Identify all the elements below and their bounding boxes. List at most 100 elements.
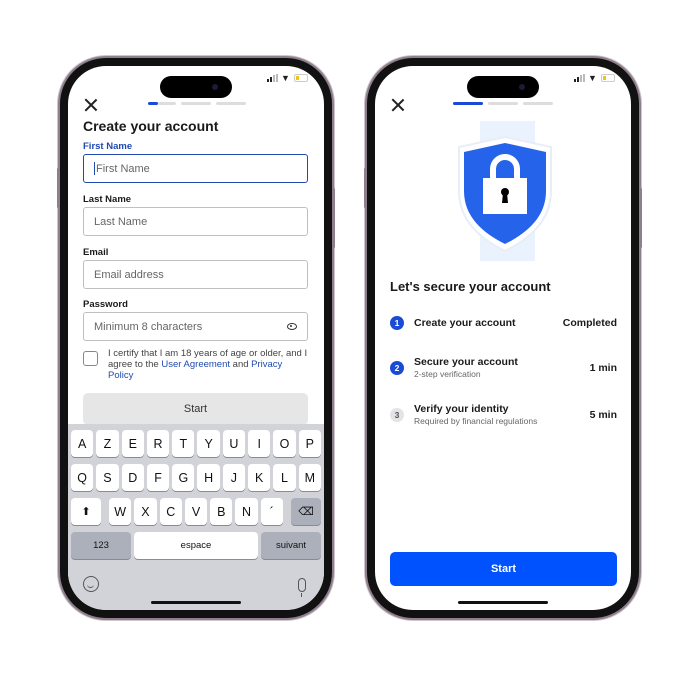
- screen: ▼ Let's secure your account 1 Create you…: [375, 66, 631, 610]
- key[interactable]: A: [71, 430, 94, 457]
- step-duration: 5 min: [589, 408, 617, 421]
- step-item[interactable]: 2 Secure your account 2-step verificatio…: [390, 356, 617, 379]
- step-number-badge: 2: [390, 360, 404, 375]
- close-icon[interactable]: [391, 98, 405, 112]
- step-number-badge: 1: [390, 316, 404, 330]
- status-bar: ▼: [267, 73, 308, 83]
- start-button-disabled[interactable]: Start: [83, 393, 308, 425]
- key[interactable]: F: [146, 464, 170, 491]
- key[interactable]: S: [96, 464, 119, 491]
- start-button[interactable]: Start: [390, 552, 617, 586]
- keyboard-row-4: 123 espace suivant: [71, 532, 321, 559]
- signal-icon: [267, 74, 278, 82]
- key[interactable]: Z: [96, 430, 119, 457]
- wifi-icon: ▼: [281, 73, 290, 83]
- certify-text-part: and: [230, 359, 252, 370]
- email-label: Email: [83, 247, 109, 258]
- email-placeholder: Email address: [94, 268, 164, 281]
- key[interactable]: D: [121, 464, 144, 491]
- keyboard-row-3: ⬆ W X C V B N ´ ⌫: [71, 498, 321, 525]
- signal-icon: [574, 74, 585, 82]
- power-button: [639, 188, 642, 248]
- step-name: Create your account: [414, 317, 516, 329]
- key[interactable]: I: [248, 430, 271, 457]
- last-name-placeholder: Last Name: [94, 215, 148, 228]
- key[interactable]: L: [273, 464, 296, 491]
- key[interactable]: B: [210, 498, 233, 525]
- last-name-input[interactable]: Last Name: [83, 207, 308, 236]
- key[interactable]: Y: [197, 430, 220, 457]
- volume-button: [57, 168, 60, 208]
- key[interactable]: T: [172, 430, 195, 457]
- key[interactable]: H: [197, 464, 220, 491]
- email-input[interactable]: Email address: [83, 260, 308, 289]
- user-agreement-link[interactable]: User Agreement: [161, 359, 230, 370]
- show-password-icon[interactable]: [287, 323, 297, 330]
- key[interactable]: U: [222, 430, 246, 457]
- last-name-label: Last Name: [83, 194, 132, 205]
- battery-icon: [294, 74, 308, 82]
- progress-segment: [488, 102, 518, 105]
- close-icon[interactable]: [84, 98, 98, 112]
- key[interactable]: N: [235, 498, 258, 525]
- key[interactable]: E: [121, 430, 144, 457]
- volume-button: [364, 168, 367, 208]
- progress-segment: [181, 102, 211, 105]
- certify-text: I certify that I am 18 years of age or o…: [108, 348, 308, 381]
- password-label: Password: [83, 299, 128, 310]
- home-indicator[interactable]: [458, 601, 548, 604]
- step-item: 3 Verify your identity Required by finan…: [390, 403, 617, 426]
- step-item: 1 Create your account Completed: [390, 316, 617, 330]
- numbers-key[interactable]: 123: [71, 532, 131, 559]
- key[interactable]: Q: [71, 464, 94, 491]
- step-description: 2-step verification: [414, 369, 481, 379]
- dynamic-island: [160, 76, 232, 98]
- progress-segment: [523, 102, 553, 105]
- security-illustration: [445, 121, 565, 261]
- key[interactable]: P: [298, 430, 321, 457]
- space-key[interactable]: espace: [134, 532, 258, 559]
- first-name-input[interactable]: First Name: [83, 154, 308, 183]
- key[interactable]: O: [273, 430, 296, 457]
- key[interactable]: M: [298, 464, 321, 491]
- key[interactable]: J: [222, 464, 246, 491]
- first-name-label: First Name: [83, 141, 133, 152]
- key[interactable]: ´: [260, 498, 283, 525]
- next-key[interactable]: suivant: [261, 532, 321, 559]
- key[interactable]: W: [109, 498, 132, 525]
- power-button: [332, 188, 335, 248]
- shift-key[interactable]: ⬆: [71, 498, 101, 525]
- age-agreement-checkbox[interactable]: [83, 351, 98, 366]
- password-input[interactable]: Minimum 8 characters: [83, 312, 308, 341]
- text-caret: [94, 162, 95, 175]
- keyboard-row-2: Q S D F G H J K L M: [71, 464, 321, 491]
- key[interactable]: V: [184, 498, 208, 525]
- step-status: Completed: [562, 317, 617, 329]
- password-placeholder: Minimum 8 characters: [94, 320, 203, 333]
- dynamic-island: [467, 76, 539, 98]
- shield-lock-icon: [458, 135, 552, 253]
- microphone-icon[interactable]: [298, 578, 306, 597]
- screen: ▼ Create your account First Name First N…: [68, 66, 324, 610]
- backspace-key[interactable]: ⌫: [290, 498, 321, 525]
- page-title: Create your account: [83, 118, 219, 134]
- key[interactable]: K: [248, 464, 271, 491]
- progress-segment: [216, 102, 246, 105]
- home-indicator[interactable]: [151, 601, 241, 604]
- step-description: Required by financial regulations: [414, 416, 538, 426]
- key[interactable]: R: [146, 430, 170, 457]
- key[interactable]: C: [159, 498, 182, 525]
- key[interactable]: X: [134, 498, 157, 525]
- page-title: Let's secure your account: [390, 279, 551, 294]
- shift-icon: ⬆: [81, 506, 91, 518]
- status-bar: ▼: [574, 73, 615, 83]
- keyboard: A Z E R T Y U I O P Q S D F G H J K L M …: [68, 424, 324, 610]
- wifi-icon: ▼: [588, 73, 597, 83]
- progress-segment: [158, 102, 176, 105]
- key[interactable]: G: [172, 464, 195, 491]
- emoji-icon[interactable]: [83, 576, 99, 592]
- keyboard-row-1: A Z E R T Y U I O P: [71, 430, 321, 457]
- progress-segment-active: [148, 102, 158, 105]
- first-name-placeholder: First Name: [96, 162, 150, 175]
- phone-create-account: ▼ Create your account First Name First N…: [57, 58, 335, 618]
